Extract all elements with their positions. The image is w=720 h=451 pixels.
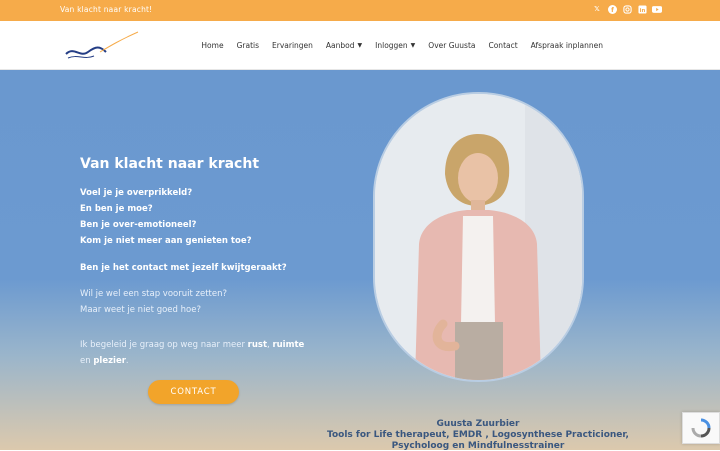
instagram-icon[interactable] [622,4,632,14]
nav-afspraak[interactable]: Afspraak inplannen [531,41,603,50]
caption-role: Tools for Life therapeut, EMDR , Logosyn… [327,430,629,440]
hero-question: Ben je over-emotioneel? [80,220,197,230]
site-header: Home Gratis Ervaringen Aanbod ▼ Inloggen… [0,21,720,70]
hero-question: En ben je moe? [80,204,153,214]
svg-text:f: f [611,7,614,14]
svg-text:in: in [639,8,645,14]
nav-aanbod[interactable]: Aanbod ▼ [326,41,362,50]
hero-section: Van klacht naar kracht Voel je je overpr… [0,70,720,451]
nav-contact[interactable]: Contact [488,41,517,50]
top-bar: Van klacht naar kracht! 𝕏 f in [0,0,720,21]
social-links: 𝕏 f in [592,4,662,14]
portrait-photo [373,92,584,382]
word-plezier: plezier [93,356,126,366]
hero-guide-text: Ik begeleid je graag op weg naar meer ru… [80,337,310,369]
x-icon[interactable]: 𝕏 [592,4,602,14]
contact-button[interactable]: CONTACT [148,380,239,404]
nav-inloggen-label: Inloggen [375,40,408,50]
main-nav: Home Gratis Ervaringen Aanbod ▼ Inloggen… [201,21,603,69]
hero-contact-question: Ben je het contact met jezelf kwijtgeraa… [80,263,287,273]
facebook-icon[interactable]: f [607,4,617,14]
chevron-down-icon: ▼ [357,41,363,49]
site-logo[interactable] [64,28,144,64]
recaptcha-badge[interactable] [682,412,720,444]
guide-prefix: Ik begeleid je graag op weg naar meer [80,340,248,350]
hero-step-line: Maar weet je niet goed hoe? [80,305,201,315]
hero-question: Voel je je overprikkeld? [80,188,193,198]
caption-name: Guusta Zuurbier [436,419,520,429]
period: . [125,356,129,366]
nav-home[interactable]: Home [201,41,223,50]
recaptcha-icon [691,418,711,438]
hero-step-line: Wil je wel een stap vooruit zetten? [80,289,227,299]
chevron-down-icon: ▼ [410,41,416,49]
linkedin-icon[interactable]: in [637,4,647,14]
nav-inloggen[interactable]: Inloggen ▼ [375,41,415,50]
youtube-icon[interactable] [652,4,662,14]
hero-title: Van klacht naar kracht [80,156,260,172]
nav-aanbod-label: Aanbod [325,40,355,50]
hero-question: Kom je niet meer aan genieten toe? [80,236,252,246]
word-rust: rust [247,340,268,350]
word-en: en [80,356,91,366]
tagline: Van klacht naar kracht! [60,5,153,14]
nav-ervaringen[interactable]: Ervaringen [272,41,313,50]
word-ruimte: ruimte [272,340,305,350]
nav-over-guusta[interactable]: Over Guusta [428,41,475,50]
nav-gratis[interactable]: Gratis [237,41,259,50]
